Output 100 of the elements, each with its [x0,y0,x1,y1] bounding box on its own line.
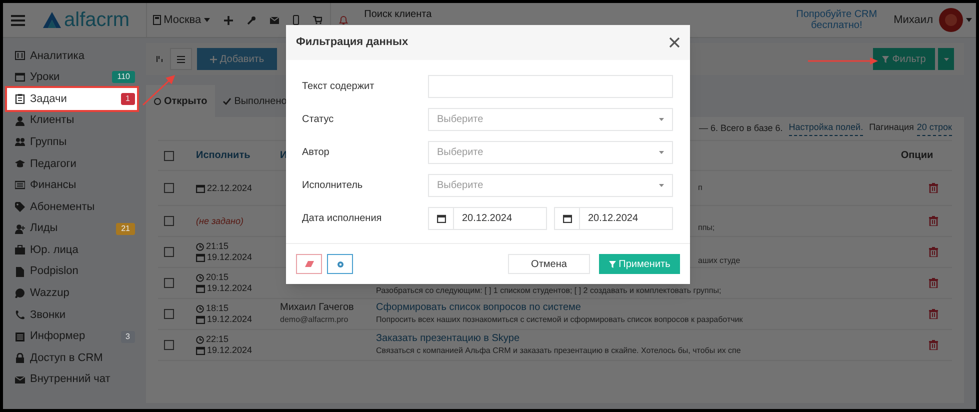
task-description: Попросить всех наших познакомиться с системой и сформировать список вопросов к разработчик [376,314,743,326]
field-label: Статус [302,113,335,127]
settings-icon [336,260,344,268]
trash-icon[interactable] [929,278,938,288]
settings-link[interactable]: Настройка полей. [788,121,864,136]
author-email: demo@alfacrm.pro [280,314,350,326]
sidebar-item[interactable]: Задачи 1 [7,88,137,110]
date-field[interactable]: 20.12.2024 [428,207,547,230]
task-description: Связаться с компанией Альфа CRM и заказать презентацию в скайпе. Хотелось бы, чтобы их спе [376,345,741,357]
list-icon [177,56,185,62]
sidebar-item[interactable]: Юр. лица [7,239,137,261]
checkbox[interactable] [164,309,174,319]
calendar-icon [196,184,205,192]
search-field[interactable]: Поиск клиента [364,8,474,20]
column-header[interactable]: Исполнить [188,148,272,163]
count-badge: 110 [112,71,135,84]
checkbox[interactable] [164,278,174,288]
date-text: 22.12.2024 [207,182,252,194]
select-dropdown[interactable]: Выберите [428,108,673,131]
chat-bubble-icon [15,288,25,298]
banknote-icon [15,180,25,190]
cancel-button[interactable]: Отмена [508,254,590,274]
clock-icon [196,336,204,344]
sidebar-item[interactable]: Финансы [7,174,137,196]
dialog-title: Фильтрация данных [296,35,408,50]
checkbox[interactable] [164,150,174,160]
list-icon [15,332,25,342]
sidebar-item[interactable]: Информер 3 [7,326,137,348]
mail-icon[interactable] [270,16,280,24]
wrench-icon[interactable] [247,16,256,24]
sort-icon[interactable] [156,55,164,63]
close-icon[interactable] [669,37,680,48]
apply-button[interactable]: Применить [599,254,680,274]
trash-icon[interactable] [929,340,938,350]
plus-icon[interactable] [224,16,234,24]
sidebar-item[interactable]: Аналитика [7,45,137,67]
sidebar-item[interactable]: Звонки [7,304,137,326]
clear-button[interactable] [296,254,322,274]
sidebar-item[interactable]: Podpislon [7,260,137,283]
person-plus-icon [15,224,25,234]
calendar-icon [196,284,205,293]
bell-icon[interactable] [339,15,348,25]
calendar-icon [562,214,572,223]
calendar-icon [196,315,205,324]
filter-button[interactable]: Фильтр [873,48,935,70]
sidebar-item[interactable]: Внутренний чат [7,368,137,390]
field-label: Текст содержит [302,80,376,94]
trash-icon[interactable] [929,183,938,193]
add-button[interactable]: Добавить [197,48,277,70]
tab[interactable]: Выполнено [215,85,295,117]
sidebar-item[interactable]: Wazzup [7,282,137,304]
sidebar-item[interactable]: Лиды 21 [7,218,137,240]
date-field[interactable]: 20.12.2024 [554,207,673,230]
task-description: аших студе [698,255,740,267]
sidebar-item[interactable]: Уроки 110 [7,66,137,88]
author-name: Михаил Гачегов [280,302,355,314]
date-text: 19.12.2024 [207,283,252,294]
date-text: 19.12.2024 [207,252,252,263]
sidebar-item[interactable]: Доступ в CRM [7,347,137,369]
caret-icon [944,58,948,60]
calendar-icon [15,72,25,82]
sidebar-item[interactable]: Абонементы [7,196,137,218]
calendar-icon [196,253,205,262]
branch-dropdown[interactable]: Москва [164,12,210,28]
trash-icon[interactable] [929,247,938,257]
select-dropdown[interactable]: Выберите [428,141,673,164]
envelope-icon [15,374,25,385]
task-title-link[interactable]: Сформировать список вопросов по системе [376,302,581,314]
avatar[interactable] [939,8,963,32]
date-text: 19.12.2024 [207,345,252,356]
tab[interactable]: Открыто [146,85,216,117]
text-input[interactable] [428,75,673,98]
sidebar-item[interactable]: Клиенты [7,110,137,132]
trash-icon[interactable] [929,216,938,226]
checkbox[interactable] [164,247,174,257]
sidebar-item[interactable]: Педагоги [7,152,137,175]
document-icon [15,266,25,277]
caret-icon[interactable] [966,18,972,22]
plus-icon [210,56,217,62]
cart-icon[interactable] [313,16,322,24]
checkbox[interactable] [164,340,174,350]
settings-button[interactable] [327,254,353,274]
count-badge: 21 [116,222,135,235]
sidebar-item[interactable]: Группы [7,131,137,153]
trash-icon[interactable] [929,309,938,319]
task-title-link[interactable]: Заказать презентацию в Skype [376,333,520,345]
checkbox[interactable] [164,183,174,193]
checkbox[interactable] [164,216,174,226]
pagination-link[interactable]: 20 строк [916,121,952,136]
clock-icon [196,242,204,250]
promo-link[interactable]: Попробуйте CRM бесплатно! [790,9,884,31]
eraser-icon [304,261,314,267]
select-dropdown[interactable]: Выберите [428,174,673,197]
calendar-icon [196,346,205,355]
caret-icon [204,18,210,22]
column-header: Опции [900,149,934,163]
menu-icon[interactable] [11,14,25,26]
user-name[interactable]: Михаил [894,12,933,28]
phone-icon[interactable] [293,15,300,25]
list-view-button[interactable] [170,48,192,70]
